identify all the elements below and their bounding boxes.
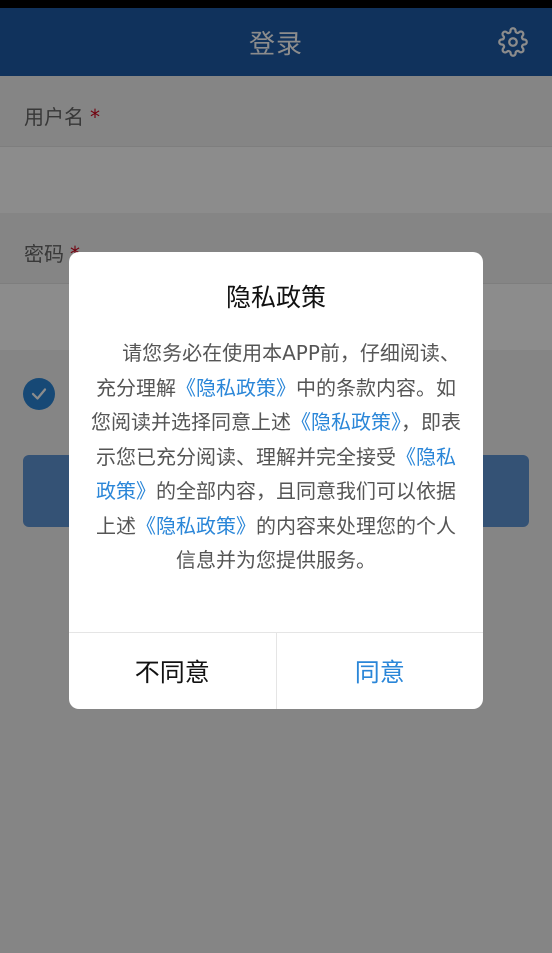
dialog-body: 请您务必在使用本APP前，仔细阅读、充分理解《隐私政策》中的条款内容。如您阅读并… — [91, 336, 461, 578]
privacy-policy-link[interactable]: 《隐私政策》 — [176, 376, 296, 400]
privacy-dialog: 隐私政策 请您务必在使用本APP前，仔细阅读、充分理解《隐私政策》中的条款内容。… — [69, 252, 483, 709]
privacy-policy-link[interactable]: 《隐私政策》 — [291, 410, 401, 434]
privacy-policy-link[interactable]: 《隐私政策》 — [136, 514, 256, 538]
agree-button[interactable]: 同意 — [277, 633, 484, 709]
login-page: 登录 用户名* 密码* 隐私政策 请您务必在使用本APP前，仔细阅读、充分理解《… — [0, 0, 552, 953]
dialog-title: 隐私政策 — [225, 283, 326, 312]
disagree-button[interactable]: 不同意 — [69, 633, 277, 709]
dialog-footer: 不同意 同意 — [69, 632, 483, 709]
